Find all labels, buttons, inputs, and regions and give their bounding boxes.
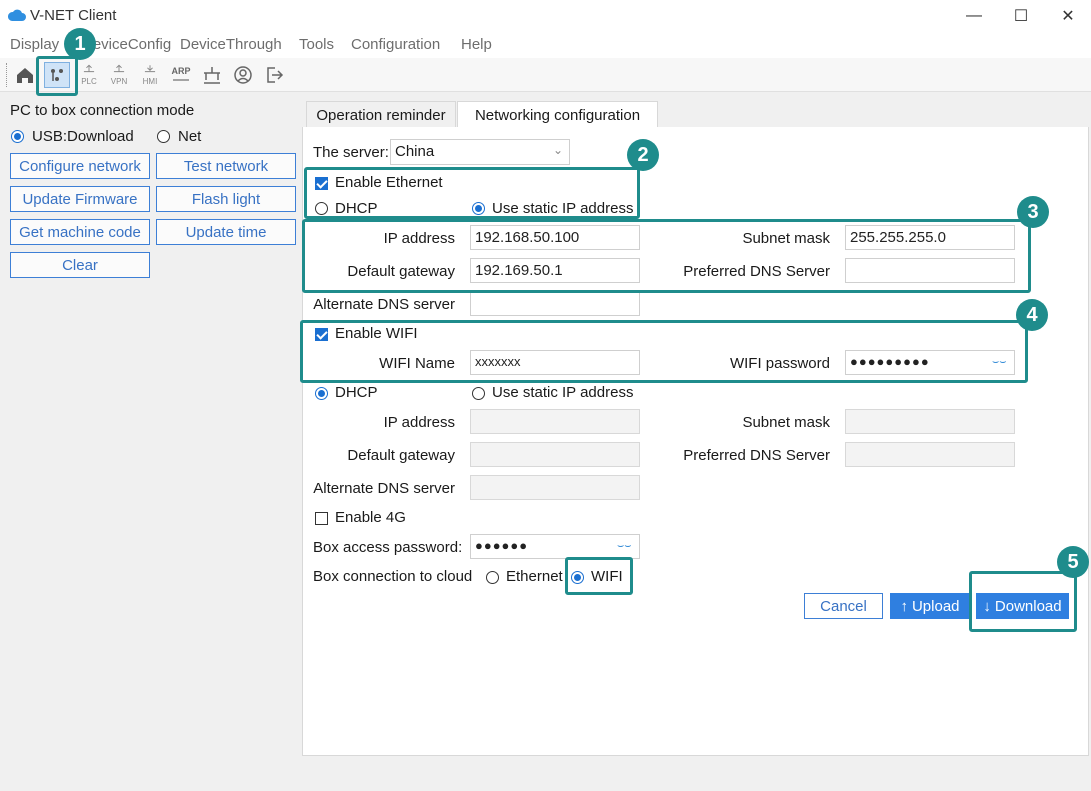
highlight-box-3 [302,219,1031,293]
chevron-down-icon: ⌄ [552,143,563,157]
menu-devicethrough[interactable]: DeviceThrough [180,36,282,53]
usb-mode-radio[interactable] [11,130,24,143]
box-password-input[interactable]: ●●●●●● [470,534,640,559]
arrow-up-icon: ↑ [900,597,908,615]
update-firmware-button[interactable]: Update Firmware [10,186,150,212]
menu-help[interactable]: Help [461,36,492,53]
network-icon[interactable] [199,62,225,88]
toolbar-grip [6,63,8,87]
configure-network-button[interactable]: Configure network [10,153,150,179]
close-button[interactable]: ✕ [1045,0,1091,32]
get-machine-code-button[interactable]: Get machine code [10,219,150,245]
enable-4g-checkbox[interactable] [315,512,328,525]
clear-button[interactable]: Clear [10,252,150,278]
server-value: China [395,143,435,160]
minimize-button[interactable]: — [951,0,997,32]
step-badge-3: 3 [1017,196,1049,228]
home-icon[interactable] [12,62,38,88]
wifi-dns-input [845,442,1015,467]
wifi-mask-input [845,409,1015,434]
highlight-box-4 [300,320,1028,383]
arp-icon[interactable]: ARP [168,62,194,88]
server-select[interactable]: China ⌄ [390,139,570,165]
logout-icon[interactable] [261,62,287,88]
box-password-label: Box access password: [313,539,463,556]
wifi-static-label: Use static IP address [492,384,634,401]
upload-label: Upload [911,597,960,615]
step-badge-5: 5 [1057,546,1089,578]
wifi-dns-label: Preferred DNS Server [683,447,830,464]
cloud-icon [7,8,27,26]
flash-light-button[interactable]: Flash light [156,186,296,212]
upload-button[interactable]: ↑ Upload [890,593,970,619]
cloud-connection-label: Box connection to cloud [313,568,473,585]
vpn-label: VPN [110,77,128,86]
hmi-icon[interactable]: HMI [137,62,163,88]
arp-label: ARP [171,66,191,76]
highlight-box-1 [36,56,78,96]
wifi-gateway-input [470,442,640,467]
cloud-ethernet-radio[interactable] [486,571,499,584]
wifi-ip-input [470,409,640,434]
wifi-static-radio[interactable] [472,387,485,400]
wifi-alt-dns-label: Alternate DNS server [313,480,455,497]
ethernet-alt-dns-label: Alternate DNS server [313,296,455,313]
mode-label: PC to box connection mode [10,102,195,119]
enable-4g-label: Enable 4G [335,509,406,526]
highlight-box-2 [304,167,640,219]
vpn-icon[interactable]: VPN [106,62,132,88]
toolbar [0,58,1091,92]
app-title: V-NET Client [30,7,117,24]
step-badge-2: 2 [627,139,659,171]
update-time-button[interactable]: Update time [156,219,296,245]
plc-label: PLC [81,77,97,86]
plc-icon[interactable]: PLC [76,62,102,88]
wifi-dhcp-label: DHCP [335,384,378,401]
cancel-button[interactable]: Cancel [804,593,883,619]
title-bar [0,0,1091,32]
menu-tools[interactable]: Tools [299,36,334,53]
ethernet-alt-dns-input[interactable] [470,291,640,316]
cloud-ethernet-label: Ethernet [506,568,563,585]
wifi-alt-dns-input [470,475,640,500]
server-label: The server: [313,144,389,161]
menu-display[interactable]: Display [10,36,59,53]
wifi-ip-label: IP address [383,414,455,431]
tab-operation-reminder[interactable]: Operation reminder [306,101,456,128]
menu-configuration[interactable]: Configuration [351,36,440,53]
test-network-button[interactable]: Test network [156,153,296,179]
maximize-button[interactable]: ☐ [998,0,1044,32]
highlight-box-5 [969,571,1077,632]
user-icon[interactable] [230,62,256,88]
hmi-label: HMI [142,77,158,86]
eye-closed-icon[interactable]: ⌣⌣ [617,540,631,553]
wifi-gateway-label: Default gateway [347,447,455,464]
usb-mode-label: USB:Download [32,128,134,145]
wifi-dhcp-radio[interactable] [315,387,328,400]
wifi-mask-label: Subnet mask [742,414,830,431]
highlight-box-cloud-wifi [565,557,633,595]
net-mode-label: Net [178,128,202,145]
step-badge-4: 4 [1016,299,1048,331]
tab-networking-configuration[interactable]: Networking configuration [457,101,658,129]
net-mode-radio[interactable] [157,130,170,143]
step-badge-1: 1 [64,28,96,60]
